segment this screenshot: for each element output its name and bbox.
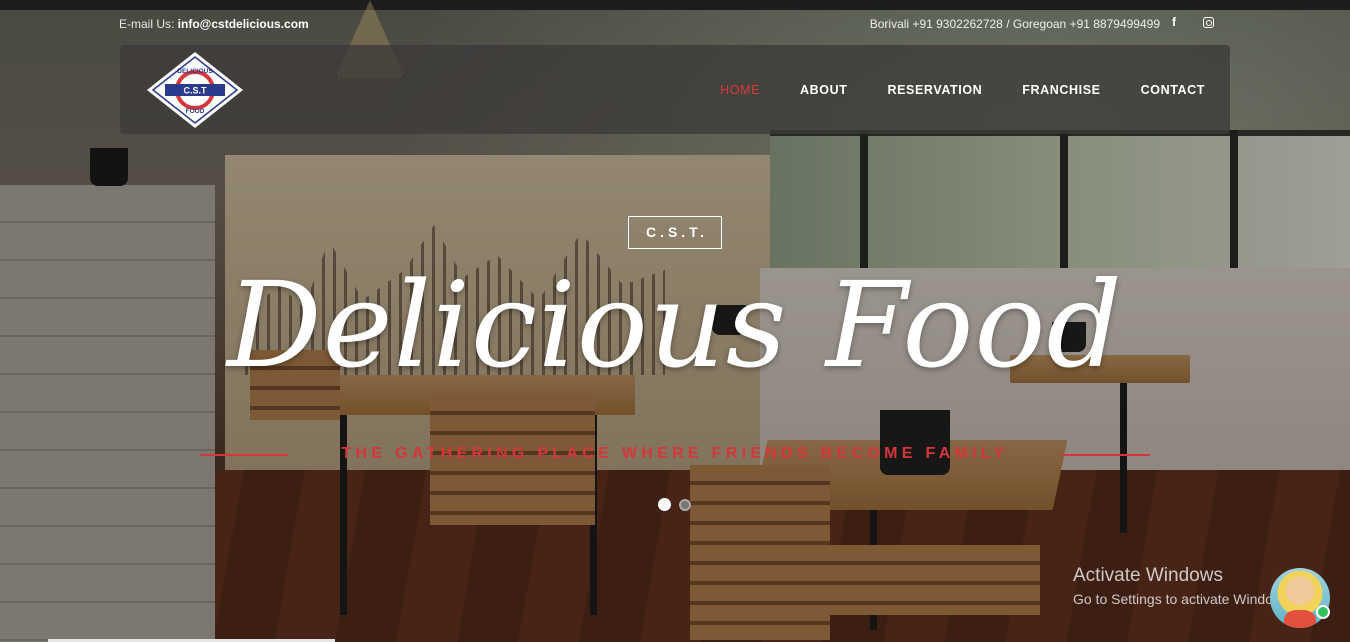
instagram-icon[interactable]	[1200, 15, 1216, 31]
nav-item-franchise[interactable]: FRANCHISE	[1022, 83, 1100, 97]
email-label: E-mail Us:	[119, 17, 178, 31]
hero-headline: Delicious Food	[227, 256, 1123, 394]
logo-mark: C.S.T DELICIOUS FOOD	[147, 52, 243, 128]
email-link[interactable]: info@cstdelicious.com	[178, 17, 309, 31]
email-contact: E-mail Us: info@cstdelicious.com	[119, 17, 309, 31]
logo-top-text: DELICIOUS	[177, 68, 213, 75]
windows-activation-watermark: Activate Windows Go to Settings to activ…	[1073, 565, 1273, 607]
instagram-glyph	[1202, 17, 1214, 28]
facebook-icon[interactable]: f	[1166, 15, 1182, 31]
watermark-subtitle: Go to Settings to activate Windo	[1073, 591, 1273, 607]
nav-item-home[interactable]: HOME	[720, 83, 760, 97]
nav-item-about[interactable]: ABOUT	[800, 83, 847, 97]
nav-item-contact[interactable]: CONTACT	[1141, 83, 1205, 97]
slider-dot-1[interactable]	[658, 498, 671, 511]
chat-avatar-icon[interactable]	[1270, 568, 1330, 628]
slider-pagination	[658, 498, 691, 511]
logo-center-text: C.S.T	[183, 86, 207, 96]
logo-bottom-text: FOOD	[186, 108, 205, 115]
slider-dot-2[interactable]	[679, 499, 691, 511]
avatar-body	[1284, 610, 1316, 628]
tagline-divider-right	[1062, 454, 1150, 456]
nav-menu: HOME ABOUT RESERVATION FRANCHISE CONTACT	[720, 45, 1230, 134]
phone-numbers: Borivali +91 9302262728 / Goregoan +91 8…	[869, 17, 1160, 31]
hero-badge: C.S.T.	[628, 216, 722, 249]
online-status-icon	[1316, 605, 1330, 619]
tagline-divider-left	[200, 454, 288, 456]
site-logo[interactable]: C.S.T DELICIOUS FOOD	[145, 50, 245, 130]
hero-tagline: THE GATHERING PLACE WHERE FRIENDS BECOME…	[341, 445, 1009, 462]
main-navbar: C.S.T DELICIOUS FOOD HOME ABOUT RESERVAT…	[120, 45, 1230, 134]
top-contact-bar: E-mail Us: info@cstdelicious.com Borival…	[0, 15, 1350, 35]
hero-tagline-row: THE GATHERING PLACE WHERE FRIENDS BECOME…	[200, 444, 1150, 466]
watermark-title: Activate Windows	[1073, 565, 1223, 586]
nav-item-reservation[interactable]: RESERVATION	[887, 83, 982, 97]
